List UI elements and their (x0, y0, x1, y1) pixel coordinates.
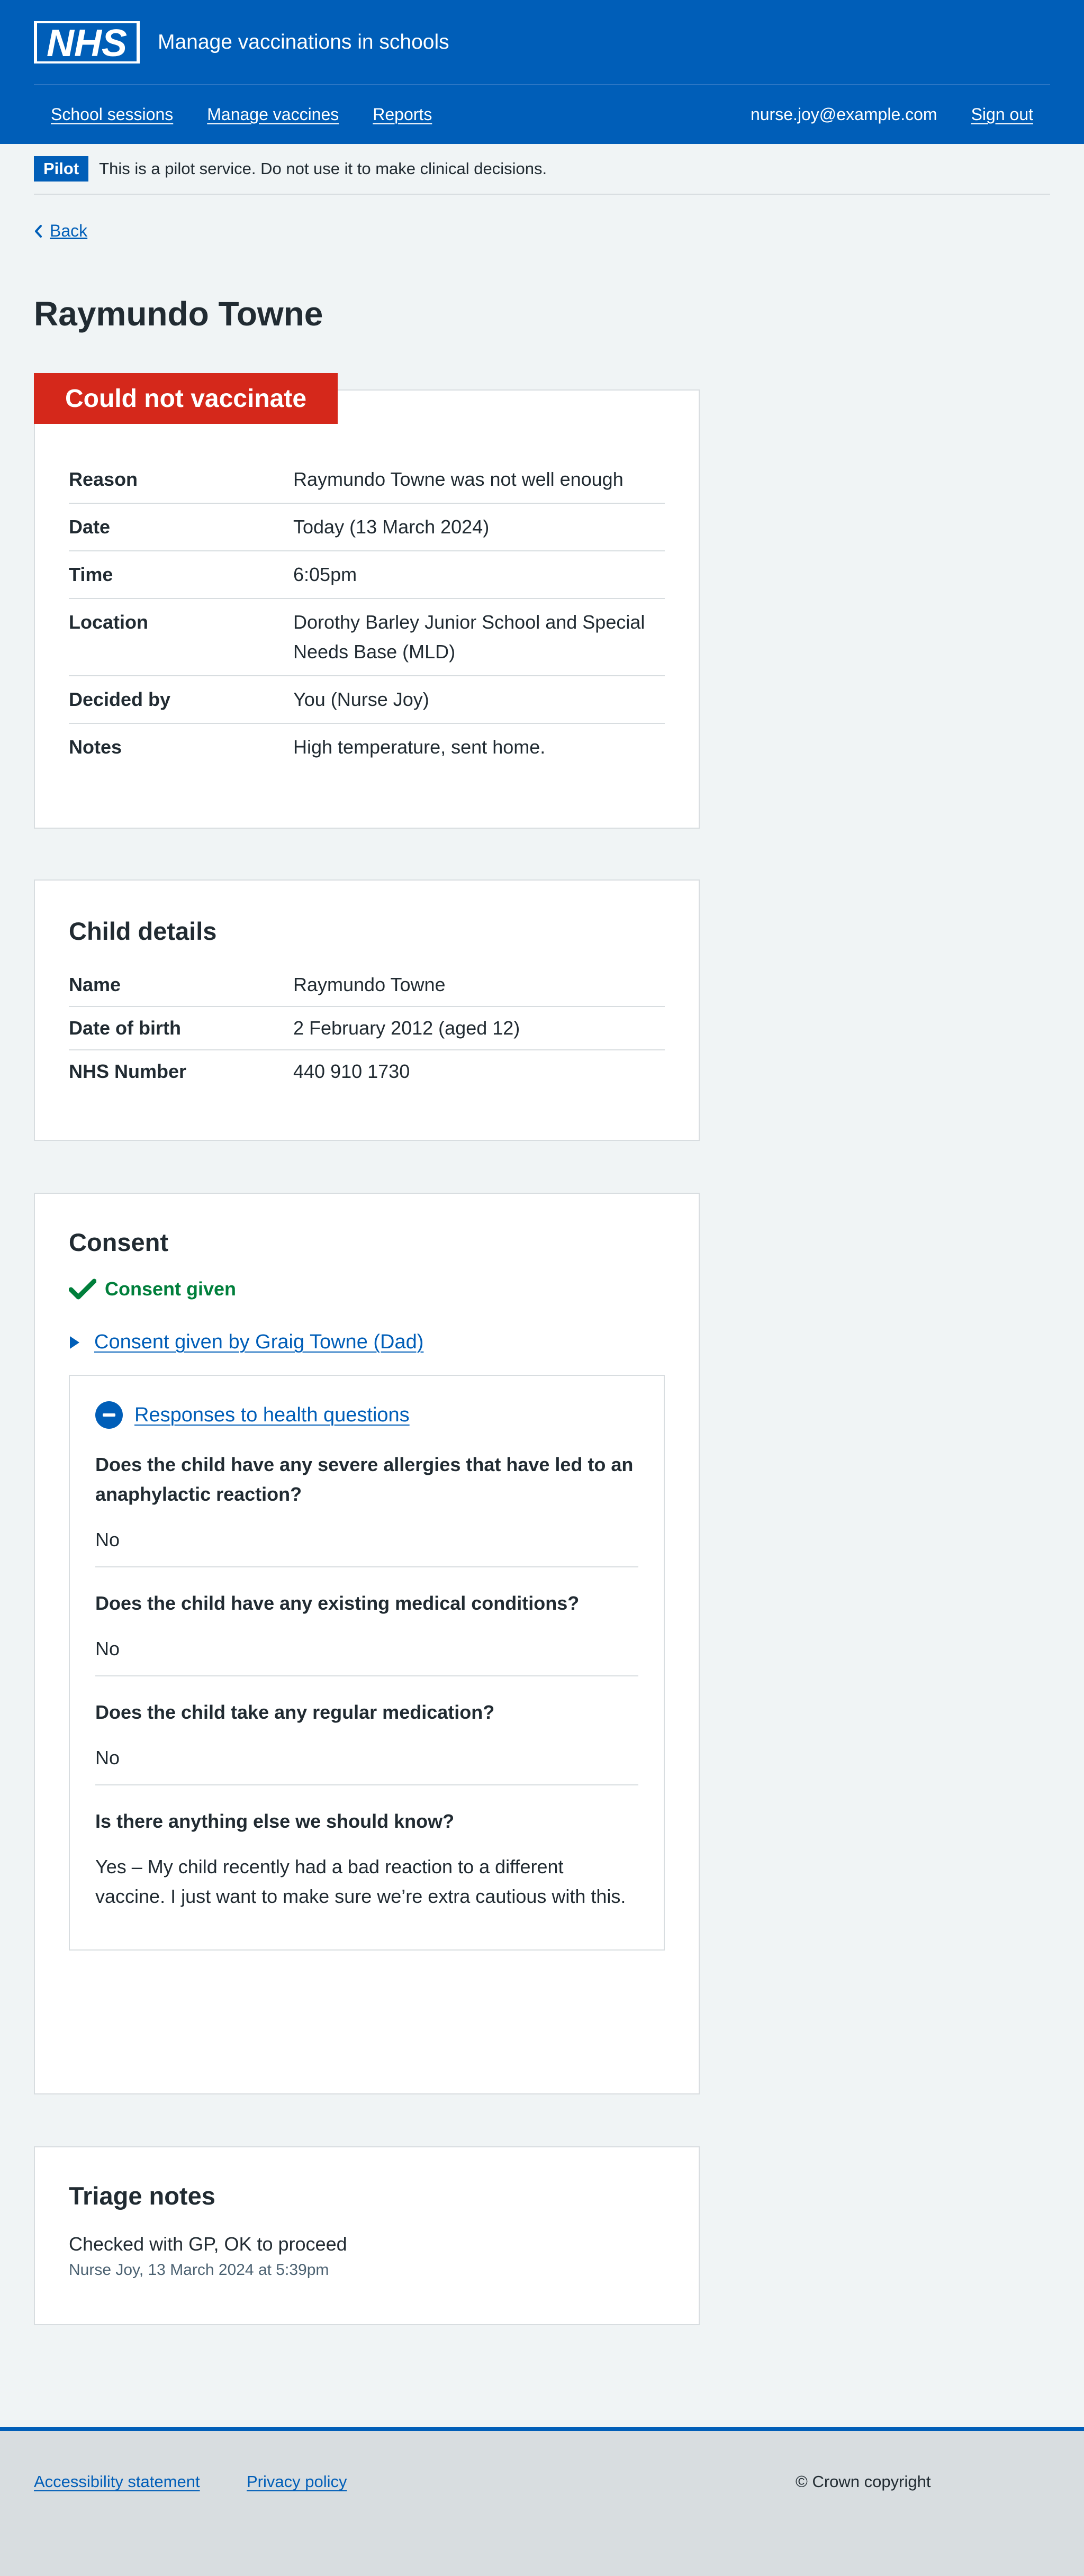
minus-circle-icon (95, 1401, 123, 1429)
row-key: NHS Number (69, 1060, 187, 1082)
back-label: Back (50, 221, 88, 240)
nhs-logo-icon: NHS (37, 23, 137, 61)
consent-summary-toggle[interactable]: Consent given by Graig Towne (Dad) (69, 1331, 665, 1354)
consent-heading: Consent (69, 1228, 168, 1256)
triage-note-text: Checked with GP, OK to proceed (69, 2233, 347, 2255)
nav-manage-vaccines[interactable]: Manage vaccines (207, 105, 339, 124)
health-questions-toggle[interactable]: Responses to health questions (95, 1401, 638, 1429)
row-value: Today (13 March 2024) (293, 516, 490, 538)
row-key: Date of birth (69, 1017, 181, 1039)
row-key: Location (69, 611, 148, 633)
outcome-row-location: Location Dorothy Barley Junior School an… (69, 599, 665, 676)
question-text: Does the child have any existing medical… (95, 1592, 580, 1614)
consent-card: Consent Consent given Consent given by G… (34, 1193, 700, 2094)
row-key: Notes (69, 736, 122, 758)
health-questions-expander: Responses to health questions Does the c… (69, 1375, 665, 1951)
outcome-row-date: Date Today (13 March 2024) (69, 504, 665, 551)
question-text: Does the child take any regular medicati… (95, 1701, 495, 1723)
back-link[interactable]: Back (34, 221, 87, 241)
triage-note-meta: Nurse Joy, 13 March 2024 at 5:39pm (69, 2261, 329, 2279)
service-name[interactable]: Manage vaccinations in schools (158, 31, 449, 54)
child-row-dob: Date of birth 2 February 2012 (aged 12) (69, 1007, 665, 1050)
health-questions-link[interactable]: Responses to health questions (134, 1404, 410, 1427)
consent-status: Consent given (69, 1278, 665, 1300)
site-header: NHS Manage vaccinations in schools Schoo… (0, 0, 1084, 144)
child-details-card: Child details Name Raymundo Towne Date o… (34, 879, 700, 1141)
answer-text: No (95, 1747, 120, 1768)
row-value: 440 910 1730 (293, 1060, 410, 1082)
outcome-row-decided-by: Decided by You (Nurse Joy) (69, 676, 665, 724)
row-value: Raymundo Towne (293, 974, 446, 995)
outcome-row-reason: Reason Raymundo Towne was not well enoug… (69, 456, 665, 504)
row-key: Name (69, 974, 121, 995)
question-text: Does the child have any severe allergies… (95, 1454, 634, 1505)
answer-text: No (95, 1529, 120, 1550)
caret-right-icon (70, 1336, 79, 1349)
child-row-nhs-number: NHS Number 440 910 1730 (69, 1050, 665, 1093)
tick-icon (69, 1278, 96, 1300)
child-row-name: Name Raymundo Towne (69, 964, 665, 1007)
row-value: 2 February 2012 (aged 12) (293, 1017, 520, 1039)
outcome-row-time: Time 6:05pm (69, 551, 665, 599)
logo-text: NHS (47, 23, 127, 61)
primary-nav: School sessions Manage vaccines Reports … (34, 85, 1050, 144)
user-email: nurse.joy@example.com (750, 105, 937, 124)
pilot-banner: Pilot This is a pilot service. Do not us… (34, 144, 1050, 195)
health-question: Does the child take any regular medicati… (95, 1676, 638, 1785)
consent-summary-link[interactable]: Consent given by Graig Towne (Dad) (94, 1331, 423, 1354)
accessibility-statement-link[interactable]: Accessibility statement (34, 2472, 200, 2491)
header-top: NHS Manage vaccinations in schools (34, 0, 1050, 85)
page-title: Raymundo Towne (34, 295, 323, 333)
row-key: Reason (69, 468, 138, 490)
nhs-logo[interactable]: NHS (34, 21, 140, 64)
site-footer: Accessibility statement Privacy policy ©… (0, 2427, 1084, 2576)
pilot-text: This is a pilot service. Do not use it t… (99, 159, 547, 178)
triage-notes-card: Triage notes Checked with GP, OK to proc… (34, 2146, 700, 2325)
health-question: Does the child have any existing medical… (95, 1567, 638, 1676)
row-key: Decided by (69, 688, 171, 710)
consent-status-text: Consent given (105, 1278, 237, 1300)
health-question: Is there anything else we should know? Y… (95, 1785, 638, 1949)
row-value: High temperature, sent home. (293, 736, 546, 758)
row-key: Time (69, 564, 113, 585)
nav-reports[interactable]: Reports (373, 105, 432, 124)
nav-school-sessions[interactable]: School sessions (51, 105, 173, 124)
answer-text: Yes – My child recently had a bad reacti… (95, 1856, 626, 1907)
row-value: You (Nurse Joy) (293, 688, 429, 710)
row-value: 6:05pm (293, 564, 357, 585)
chevron-left-icon (35, 224, 42, 238)
pilot-tag: Pilot (34, 156, 89, 182)
row-key: Date (69, 516, 111, 538)
triage-heading: Triage notes (69, 2182, 215, 2210)
row-value: Raymundo Towne was not well enough (293, 468, 624, 490)
copyright-text: © Crown copyright (796, 2472, 931, 2491)
outcome-row-notes: Notes High temperature, sent home. (69, 724, 665, 770)
row-value: Dorothy Barley Junior School and Special… (293, 611, 645, 663)
outcome-status-tag: Could not vaccinate (34, 373, 338, 424)
outcome-card: Reason Raymundo Towne was not well enoug… (34, 389, 700, 829)
health-question: Does the child have any severe allergies… (95, 1450, 638, 1567)
answer-text: No (95, 1638, 120, 1659)
child-details-heading: Child details (69, 917, 217, 945)
privacy-policy-link[interactable]: Privacy policy (247, 2472, 347, 2491)
question-text: Is there anything else we should know? (95, 1810, 455, 1832)
sign-out-link[interactable]: Sign out (971, 105, 1033, 124)
